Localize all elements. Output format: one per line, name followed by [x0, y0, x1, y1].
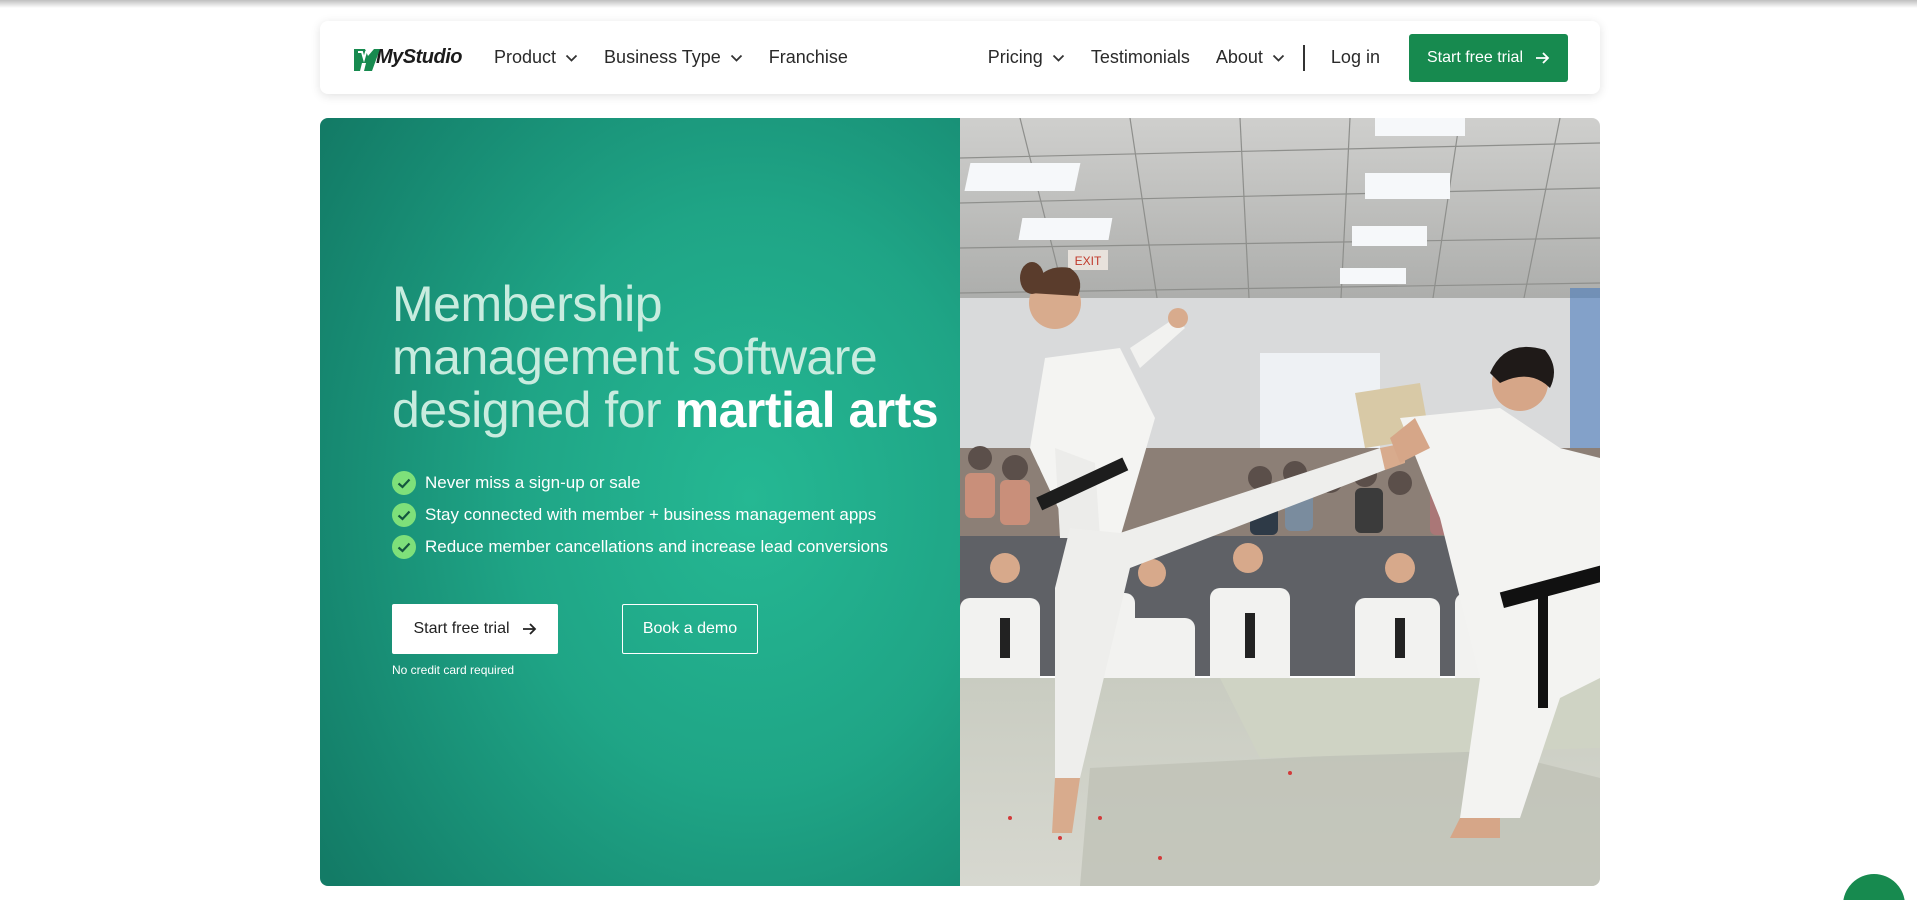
hero-content-panel: Membership management software designed … — [320, 118, 960, 886]
nav-item-testimonials[interactable]: Testimonials — [1091, 47, 1190, 68]
nav-item-business-type[interactable]: Business Type — [604, 47, 743, 68]
button-label: Start free trial — [1426, 48, 1523, 66]
list-item-text: Never miss a sign-up or sale — [425, 473, 641, 492]
hero-headline: Membership management software designed … — [392, 278, 952, 437]
nav-item-label: Testimonials — [1090, 47, 1190, 67]
check-circle-icon — [392, 503, 416, 527]
nav-item-label: Product — [494, 47, 557, 67]
chevron-down-icon — [1052, 54, 1065, 62]
headline-line-3: designed for martial arts — [392, 384, 952, 437]
nav-item-label: Pricing — [987, 47, 1043, 67]
no-credit-card-note: No credit card required — [392, 663, 515, 677]
arrow-right-icon — [1535, 51, 1550, 65]
list-item-text: Stay connected with member + business ma… — [425, 505, 877, 524]
chevron-down-icon — [1272, 54, 1285, 62]
nav-secondary: Pricing Testimonials About Log in Start … — [988, 33, 1568, 82]
list-item: Reduce member cancellations and increase… — [392, 531, 888, 563]
book-demo-button[interactable]: Book a demo — [622, 604, 758, 654]
list-item: Stay connected with member + business ma… — [392, 499, 888, 531]
hero-start-free-trial-button[interactable]: Start free trial — [392, 604, 558, 654]
chat-widget-button[interactable] — [1843, 874, 1905, 900]
check-circle-icon — [392, 535, 416, 559]
nav-item-about[interactable]: About — [1216, 47, 1285, 68]
chevron-down-icon — [730, 54, 743, 62]
headline-line-1: Membership — [392, 276, 663, 332]
button-label: Book a demo — [642, 620, 738, 637]
nav-divider — [1302, 44, 1305, 71]
page-top-shadow — [0, 0, 1917, 8]
hero-section: Membership management software designed … — [320, 118, 1600, 886]
nav-item-label: About — [1215, 47, 1263, 67]
arrow-right-icon — [522, 622, 537, 636]
login-link[interactable]: Log in — [1331, 47, 1380, 68]
headline-prefix: designed for — [392, 382, 662, 438]
exit-sign-text: EXIT — [1075, 254, 1102, 268]
hero-image: EXIT — [960, 118, 1600, 886]
nav-primary: Product Business Type Franchise — [494, 47, 874, 68]
logo-text: MyStudio — [376, 46, 463, 68]
logo[interactable]: MyStudio — [352, 41, 463, 75]
headline-line-2: management software — [392, 329, 878, 385]
start-free-trial-button[interactable]: Start free trial — [1408, 33, 1568, 82]
nav-item-label: Franchise — [768, 47, 848, 67]
main-navbar: MyStudio Product Business Type Franchise… — [320, 21, 1600, 94]
benefit-list: Never miss a sign-up or sale Stay connec… — [392, 467, 888, 563]
martial-arts-photo: EXIT — [960, 118, 1600, 886]
check-circle-icon — [392, 471, 416, 495]
list-item: Never miss a sign-up or sale — [392, 467, 888, 499]
list-item-text: Reduce member cancellations and increase… — [425, 537, 889, 556]
nav-item-pricing[interactable]: Pricing — [988, 47, 1065, 68]
button-label: Start free trial — [413, 620, 510, 637]
nav-item-label: Business Type — [604, 47, 721, 67]
nav-item-franchise[interactable]: Franchise — [769, 47, 848, 68]
chevron-down-icon — [565, 54, 578, 62]
logo-mark-icon — [352, 43, 382, 73]
nav-item-product[interactable]: Product — [494, 47, 578, 68]
headline-emphasis: martial arts — [674, 382, 939, 438]
